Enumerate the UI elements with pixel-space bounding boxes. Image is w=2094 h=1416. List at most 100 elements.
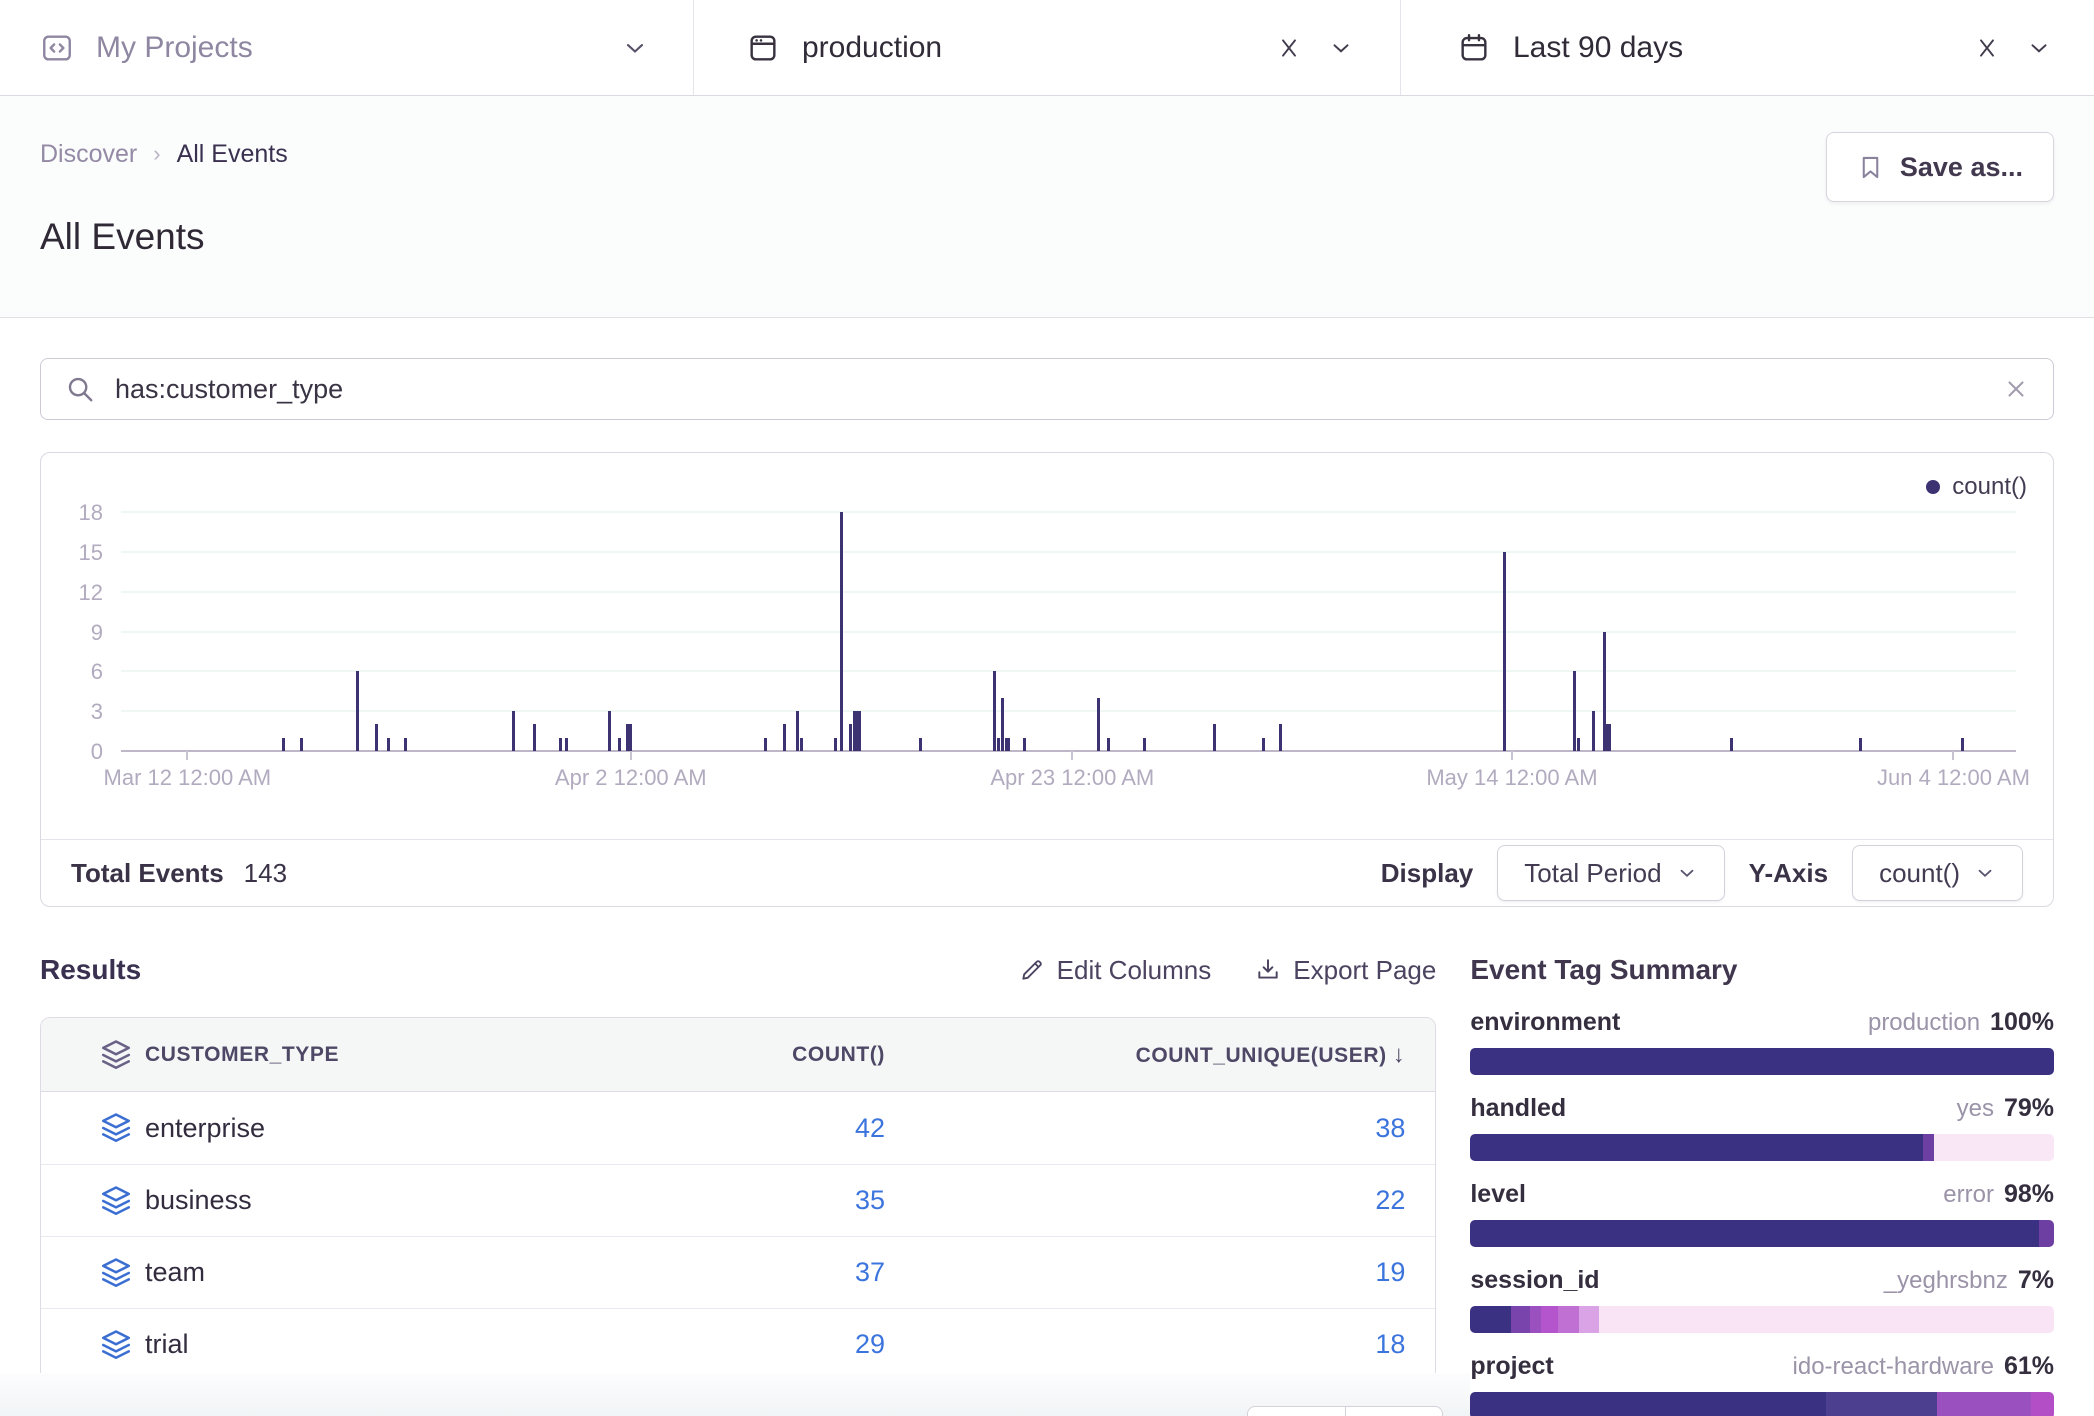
chevron-down-icon[interactable] [621, 34, 649, 62]
chart-bar[interactable] [1023, 738, 1026, 751]
stack-icon[interactable] [41, 1111, 145, 1145]
tag-name[interactable]: handled [1470, 1094, 1566, 1123]
chart-bar[interactable] [404, 738, 407, 751]
chart-bar[interactable] [764, 738, 767, 751]
project-selector[interactable]: My Projects [0, 0, 693, 95]
display-dropdown[interactable]: Total Period [1497, 845, 1724, 901]
tag-name[interactable]: environment [1470, 1008, 1620, 1037]
column-header-customer-type[interactable]: CUSTOMER_TYPE [145, 1043, 625, 1067]
clear-environment-icon[interactable] [1276, 35, 1302, 61]
tag-segment[interactable] [1937, 1392, 2030, 1416]
tag-segment[interactable] [1470, 1134, 1922, 1161]
tag-segment[interactable] [1934, 1134, 2054, 1161]
tag-distribution-bar[interactable] [1470, 1048, 2054, 1075]
chart-bar[interactable] [919, 738, 922, 751]
chart-bar[interactable] [1262, 738, 1265, 751]
chart-bar[interactable] [618, 738, 621, 751]
chart-bar[interactable] [1097, 698, 1100, 751]
tag-segment[interactable] [1826, 1392, 1937, 1416]
tag-segment[interactable] [1470, 1220, 2039, 1247]
chart-bar[interactable] [993, 671, 996, 751]
save-as-button[interactable]: Save as... [1826, 132, 2054, 202]
chart-bar[interactable] [1730, 738, 1733, 751]
column-header-count[interactable]: COUNT() [625, 1043, 925, 1067]
chart-bar[interactable] [1573, 671, 1576, 751]
tag-segment[interactable] [1470, 1306, 1511, 1333]
y-axis-dropdown[interactable]: count() [1852, 845, 2023, 901]
chart-bar[interactable] [1503, 552, 1506, 751]
tag-distribution-bar[interactable] [1470, 1220, 2054, 1247]
tag-segment[interactable] [1470, 1392, 1826, 1416]
tag-segment[interactable] [2031, 1392, 2054, 1416]
tag-segment[interactable] [1511, 1306, 1530, 1333]
chart-bar[interactable] [1606, 724, 1611, 751]
chart-bar[interactable] [1001, 698, 1004, 751]
count-cell[interactable]: 42 [625, 1113, 925, 1144]
chart-bar[interactable] [1859, 738, 1862, 751]
count-unique-user-cell[interactable]: 19 [925, 1257, 1435, 1288]
chart-legend[interactable]: count() [1926, 473, 2027, 501]
edit-columns-button[interactable]: Edit Columns [1019, 955, 1212, 986]
chart-bar[interactable] [796, 711, 799, 751]
chart-bar[interactable] [1279, 724, 1282, 751]
breadcrumb-discover[interactable]: Discover [40, 140, 137, 169]
tag-name[interactable]: level [1470, 1180, 1526, 1209]
chart-bar[interactable] [849, 724, 852, 751]
stack-icon[interactable] [41, 1256, 145, 1290]
chevron-down-icon[interactable] [1328, 35, 1354, 61]
chart-bar[interactable] [1143, 738, 1146, 751]
chart-bar[interactable] [565, 738, 568, 751]
count-unique-user-cell[interactable]: 22 [925, 1185, 1435, 1216]
chart-bar[interactable] [626, 724, 632, 751]
chart-bar[interactable] [608, 711, 611, 751]
table-row[interactable]: trial2918 [41, 1308, 1435, 1380]
chevron-down-icon[interactable] [2026, 35, 2052, 61]
search-clear-icon[interactable] [2003, 376, 2029, 402]
table-row[interactable]: team3719 [41, 1236, 1435, 1308]
tag-segment[interactable] [1599, 1306, 2054, 1333]
count-cell[interactable]: 35 [625, 1185, 925, 1216]
column-header-count-unique-user[interactable]: COUNT_UNIQUE(USER)↓ [925, 1041, 1435, 1069]
chart-bar[interactable] [1005, 738, 1010, 751]
chart-bar[interactable] [1592, 711, 1595, 751]
chart-bar[interactable] [856, 711, 861, 751]
tag-segment[interactable] [2039, 1220, 2054, 1247]
tag-distribution-bar[interactable] [1470, 1134, 2054, 1161]
tag-name[interactable]: project [1470, 1352, 1553, 1381]
date-range-selector[interactable]: Last 90 days [1400, 0, 2094, 95]
chart-bar[interactable] [533, 724, 536, 751]
count-cell[interactable]: 29 [625, 1329, 925, 1360]
chart-bar[interactable] [356, 671, 359, 751]
chart-bar[interactable] [840, 512, 843, 751]
chart-bar[interactable] [1577, 738, 1580, 751]
count-unique-user-cell[interactable]: 38 [925, 1113, 1435, 1144]
tag-segment[interactable] [1541, 1306, 1559, 1333]
tag-distribution-bar[interactable] [1470, 1306, 2054, 1333]
count-unique-user-cell[interactable]: 18 [925, 1329, 1435, 1360]
environment-selector[interactable]: production [693, 0, 1400, 95]
tag-segment[interactable] [1530, 1306, 1541, 1333]
chart-bar[interactable] [300, 738, 303, 751]
stack-icon[interactable] [41, 1184, 145, 1218]
stack-icon[interactable] [41, 1328, 145, 1362]
chart-bar[interactable] [1213, 724, 1216, 751]
pagination-previous-button[interactable] [1247, 1406, 1345, 1416]
table-row[interactable]: business3522 [41, 1164, 1435, 1236]
search-input[interactable] [115, 374, 2003, 405]
chart-bar[interactable] [1961, 738, 1964, 751]
stack-icon[interactable] [41, 1038, 145, 1072]
tag-segment[interactable] [1923, 1134, 1935, 1161]
chart-bar[interactable] [1107, 738, 1110, 751]
chart-bar[interactable] [387, 738, 390, 751]
table-row[interactable]: enterprise4238 [41, 1092, 1435, 1164]
tag-segment[interactable] [1558, 1306, 1578, 1333]
chart-bar[interactable] [834, 738, 837, 751]
chart-bar[interactable] [512, 711, 515, 751]
chart-bar[interactable] [783, 724, 786, 751]
chart-bar[interactable] [997, 738, 1000, 751]
chart-bar[interactable] [282, 738, 285, 751]
clear-date-range-icon[interactable] [1974, 35, 2000, 61]
tag-name[interactable]: session_id [1470, 1266, 1599, 1295]
events-bar-chart[interactable]: Mar 12 12:00 AMApr 2 12:00 AMApr 23 12:0… [121, 512, 2016, 751]
pagination-next-button[interactable] [1345, 1406, 1443, 1416]
